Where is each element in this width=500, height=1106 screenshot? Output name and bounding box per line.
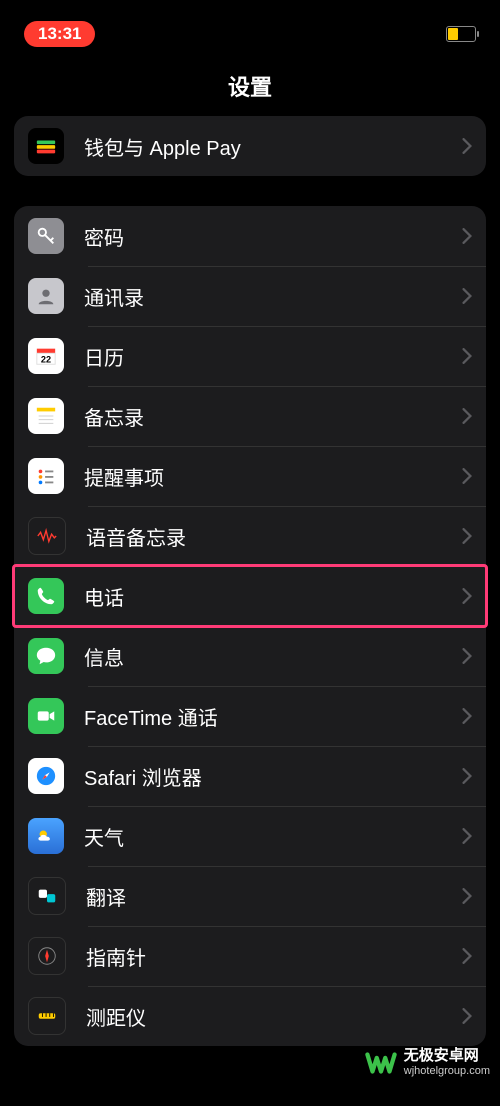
- settings-group-apps: 密码 通讯录 22 日历 备忘录: [14, 206, 486, 1046]
- row-passwords[interactable]: 密码: [14, 206, 486, 266]
- calendar-icon: 22: [28, 338, 64, 374]
- row-calendar[interactable]: 22 日历: [14, 326, 486, 386]
- row-phone[interactable]: 电话: [14, 566, 486, 626]
- reminders-icon: [28, 458, 64, 494]
- wallet-icon: [28, 128, 64, 164]
- voice-memos-icon: [28, 517, 66, 555]
- weather-icon: [28, 818, 64, 854]
- row-translate[interactable]: 翻译: [14, 866, 486, 926]
- row-label: 指南针: [86, 942, 462, 971]
- row-label: 备忘录: [84, 402, 462, 431]
- facetime-icon: [28, 698, 64, 734]
- row-notes[interactable]: 备忘录: [14, 386, 486, 446]
- status-right: [430, 25, 476, 43]
- svg-text:22: 22: [41, 354, 51, 364]
- watermark-logo-icon: [364, 1046, 398, 1080]
- compass-icon: [28, 937, 66, 975]
- status-time-recording[interactable]: 13:31: [24, 21, 95, 47]
- row-label: 翻译: [86, 882, 462, 911]
- row-voice-memos[interactable]: 语音备忘录: [14, 506, 486, 566]
- key-icon: [28, 218, 64, 254]
- row-label: 日历: [84, 342, 462, 371]
- chevron-right-icon: [462, 528, 472, 544]
- page-title: 设置: [0, 70, 500, 102]
- chevron-right-icon: [462, 138, 472, 154]
- row-contacts[interactable]: 通讯录: [14, 266, 486, 326]
- watermark: 无极安卓网 wjhotelgroup.com: [364, 1046, 490, 1080]
- row-label: 通讯录: [84, 282, 462, 311]
- chevron-right-icon: [462, 468, 472, 484]
- row-label: FaceTime 通话: [84, 702, 462, 731]
- chevron-right-icon: [462, 948, 472, 964]
- chevron-right-icon: [462, 348, 472, 364]
- settings-group-wallet: 钱包与 Apple Pay: [14, 116, 486, 176]
- chevron-right-icon: [462, 588, 472, 604]
- chevron-right-icon: [462, 888, 472, 904]
- row-weather[interactable]: 天气: [14, 806, 486, 866]
- chevron-right-icon: [462, 768, 472, 784]
- row-reminders[interactable]: 提醒事项: [14, 446, 486, 506]
- contacts-icon: [28, 278, 64, 314]
- watermark-url: wjhotelgroup.com: [404, 1065, 490, 1078]
- row-messages[interactable]: 信息: [14, 626, 486, 686]
- chevron-right-icon: [462, 648, 472, 664]
- row-label: 钱包与 Apple Pay: [84, 132, 462, 161]
- chevron-right-icon: [462, 228, 472, 244]
- translate-icon: [28, 877, 66, 915]
- row-wallet-applepay[interactable]: 钱包与 Apple Pay: [14, 116, 486, 176]
- chevron-right-icon: [462, 288, 472, 304]
- messages-icon: [28, 638, 64, 674]
- row-label: 提醒事项: [84, 462, 462, 491]
- row-label: 密码: [84, 222, 462, 251]
- row-facetime[interactable]: FaceTime 通话: [14, 686, 486, 746]
- row-compass[interactable]: 指南针: [14, 926, 486, 986]
- row-label: 信息: [84, 642, 462, 671]
- phone-icon: [28, 578, 64, 614]
- row-label: 天气: [84, 822, 462, 851]
- measure-icon: [28, 997, 66, 1035]
- row-label: 电话: [84, 582, 462, 611]
- status-bar: 13:31: [0, 0, 500, 54]
- chevron-right-icon: [462, 828, 472, 844]
- row-label: 语音备忘录: [86, 522, 462, 551]
- watermark-title: 无极安卓网: [404, 1047, 490, 1065]
- row-label: 测距仪: [86, 1002, 462, 1031]
- battery-icon: [446, 26, 476, 42]
- row-label: Safari 浏览器: [84, 762, 462, 791]
- row-safari[interactable]: Safari 浏览器: [14, 746, 486, 806]
- row-measure[interactable]: 测距仪: [14, 986, 486, 1046]
- chevron-right-icon: [462, 1008, 472, 1024]
- chevron-right-icon: [462, 708, 472, 724]
- notes-icon: [28, 398, 64, 434]
- chevron-right-icon: [462, 408, 472, 424]
- safari-icon: [28, 758, 64, 794]
